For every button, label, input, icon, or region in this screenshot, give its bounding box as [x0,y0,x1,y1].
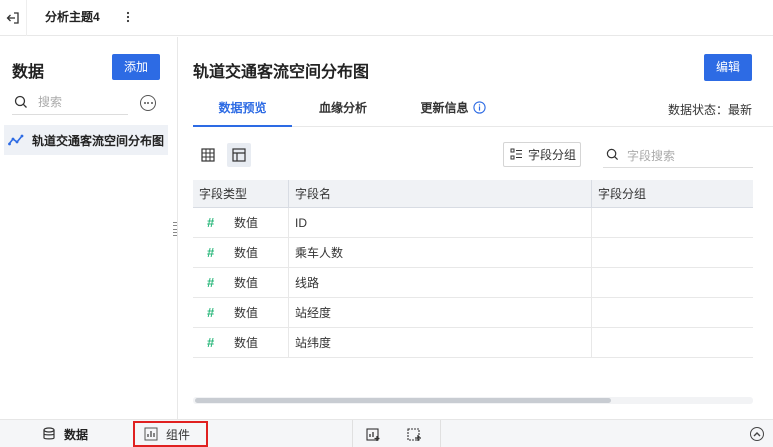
field-name-cell: ID [289,208,592,238]
tab-label: 血缘分析 [318,101,367,115]
sidebar-item-dataset[interactable]: 轨道交通客流空间分布图 [4,125,168,155]
search-icon [606,148,619,161]
table-row[interactable]: # 数值 站经度 [193,298,753,328]
main-panel: 轨道交通客流空间分布图 编辑 数据预览 血缘分析 更新信息 数据状态：最新 字段… [179,37,773,419]
dataset-search-input[interactable] [38,93,124,111]
bar-chart-icon [144,427,158,441]
type-cell: # 数值 [193,298,289,328]
horizontal-scrollbar[interactable] [195,398,611,403]
tab-label: 数据预览 [218,101,267,115]
table-row[interactable]: # 数值 乘车人数 [193,238,753,268]
edit-button[interactable]: 编辑 [704,54,752,81]
bottom-tab-data[interactable]: 数据 [42,420,88,447]
numeric-type-icon: # [207,215,215,230]
type-label: 数值 [234,216,259,230]
table-grid-icon [201,148,215,162]
field-name-cell: 站纬度 [289,328,592,358]
type-cell: # 数值 [193,208,289,238]
database-icon [43,427,55,440]
info-icon[interactable] [472,101,486,114]
divider [352,420,353,447]
column-header-type[interactable]: 字段类型 [193,180,289,208]
field-group-cell[interactable] [592,298,753,328]
column-header-name[interactable]: 字段名 [289,180,592,208]
field-group-label: 字段分组 [528,148,577,162]
field-search-input[interactable] [627,147,747,165]
line-chart-icon [8,134,24,146]
layout-icon [232,148,246,162]
field-view-toggle[interactable] [227,143,251,167]
field-name-cell: 站经度 [289,298,592,328]
field-group-cell[interactable] [592,328,753,358]
type-label: 数值 [234,276,259,290]
bottom-tab-label: 组件 [166,427,191,442]
grid-view-toggle[interactable] [196,143,220,167]
data-status: 数据状态：最新 [668,103,753,117]
group-list-icon [510,148,522,160]
type-cell: # 数值 [193,328,289,358]
table-body: # 数值 ID # 数值 乘车人数 # 数值 线路 # 数值 站经度 # 数值 站纬度 [193,208,753,358]
type-label: 数值 [234,336,259,350]
sidebar-item-label: 轨道交通客流空间分布图 [32,133,165,148]
tab-update-info[interactable]: 更新信息 [408,92,498,127]
bottom-tab-components[interactable]: 组件 [133,421,208,447]
numeric-type-icon: # [207,245,215,260]
exit-icon [6,12,19,24]
exit-button[interactable] [0,0,27,36]
top-bar: 分析主题4 [0,0,773,36]
column-header-group[interactable]: 字段分组 [592,180,753,208]
table-row[interactable]: # 数值 ID [193,208,753,238]
table-header: 字段类型 字段名 字段分组 [193,180,753,208]
field-group-cell[interactable] [592,268,753,298]
table-row[interactable]: # 数值 线路 [193,268,753,298]
add-component-icon[interactable] [406,426,422,442]
field-group-button[interactable]: 字段分组 [503,142,581,167]
numeric-type-icon: # [207,305,215,320]
bottom-tab-label: 数据 [64,427,89,442]
page-title: 轨道交通客流空间分布图 [193,64,370,81]
field-group-cell[interactable] [592,208,753,238]
dataset-search[interactable] [12,91,128,115]
type-cell: # 数值 [193,268,289,298]
type-cell: # 数值 [193,238,289,268]
chevron-up-icon[interactable] [750,427,764,441]
tab-lineage[interactable]: 血缘分析 [307,92,379,127]
add-button[interactable]: 添加 [112,54,160,80]
field-name-cell: 线路 [289,268,592,298]
more-vertical-icon[interactable] [121,9,135,25]
field-name-cell: 乘车人数 [289,238,592,268]
fields-table: 字段类型 字段名 字段分组 # 数值 ID # 数值 乘车人数 # 数值 线路 # 数值 站经度 # 数值… [193,180,753,358]
type-label: 数值 [234,246,259,260]
table-row[interactable]: # 数值 站纬度 [193,328,753,358]
sidebar-title: 数据 [12,64,45,81]
field-group-cell[interactable] [592,238,753,268]
type-label: 数值 [234,306,259,320]
search-icon [14,95,27,108]
tab-data-preview[interactable]: 数据预览 [193,92,292,127]
divider [440,420,441,447]
numeric-type-icon: # [207,335,215,350]
add-chart-icon[interactable] [365,426,381,442]
data-sidebar: 数据 添加 轨道交通客流空间分布图 [0,37,178,419]
panel-resize-handle[interactable] [172,222,178,236]
numeric-type-icon: # [207,275,215,290]
bottom-bar: 数据 组件 [0,419,773,447]
topic-tab[interactable]: 分析主题4 [45,0,100,36]
field-search[interactable] [603,143,753,168]
more-options-icon[interactable] [140,95,156,111]
tab-label: 更新信息 [420,101,469,115]
